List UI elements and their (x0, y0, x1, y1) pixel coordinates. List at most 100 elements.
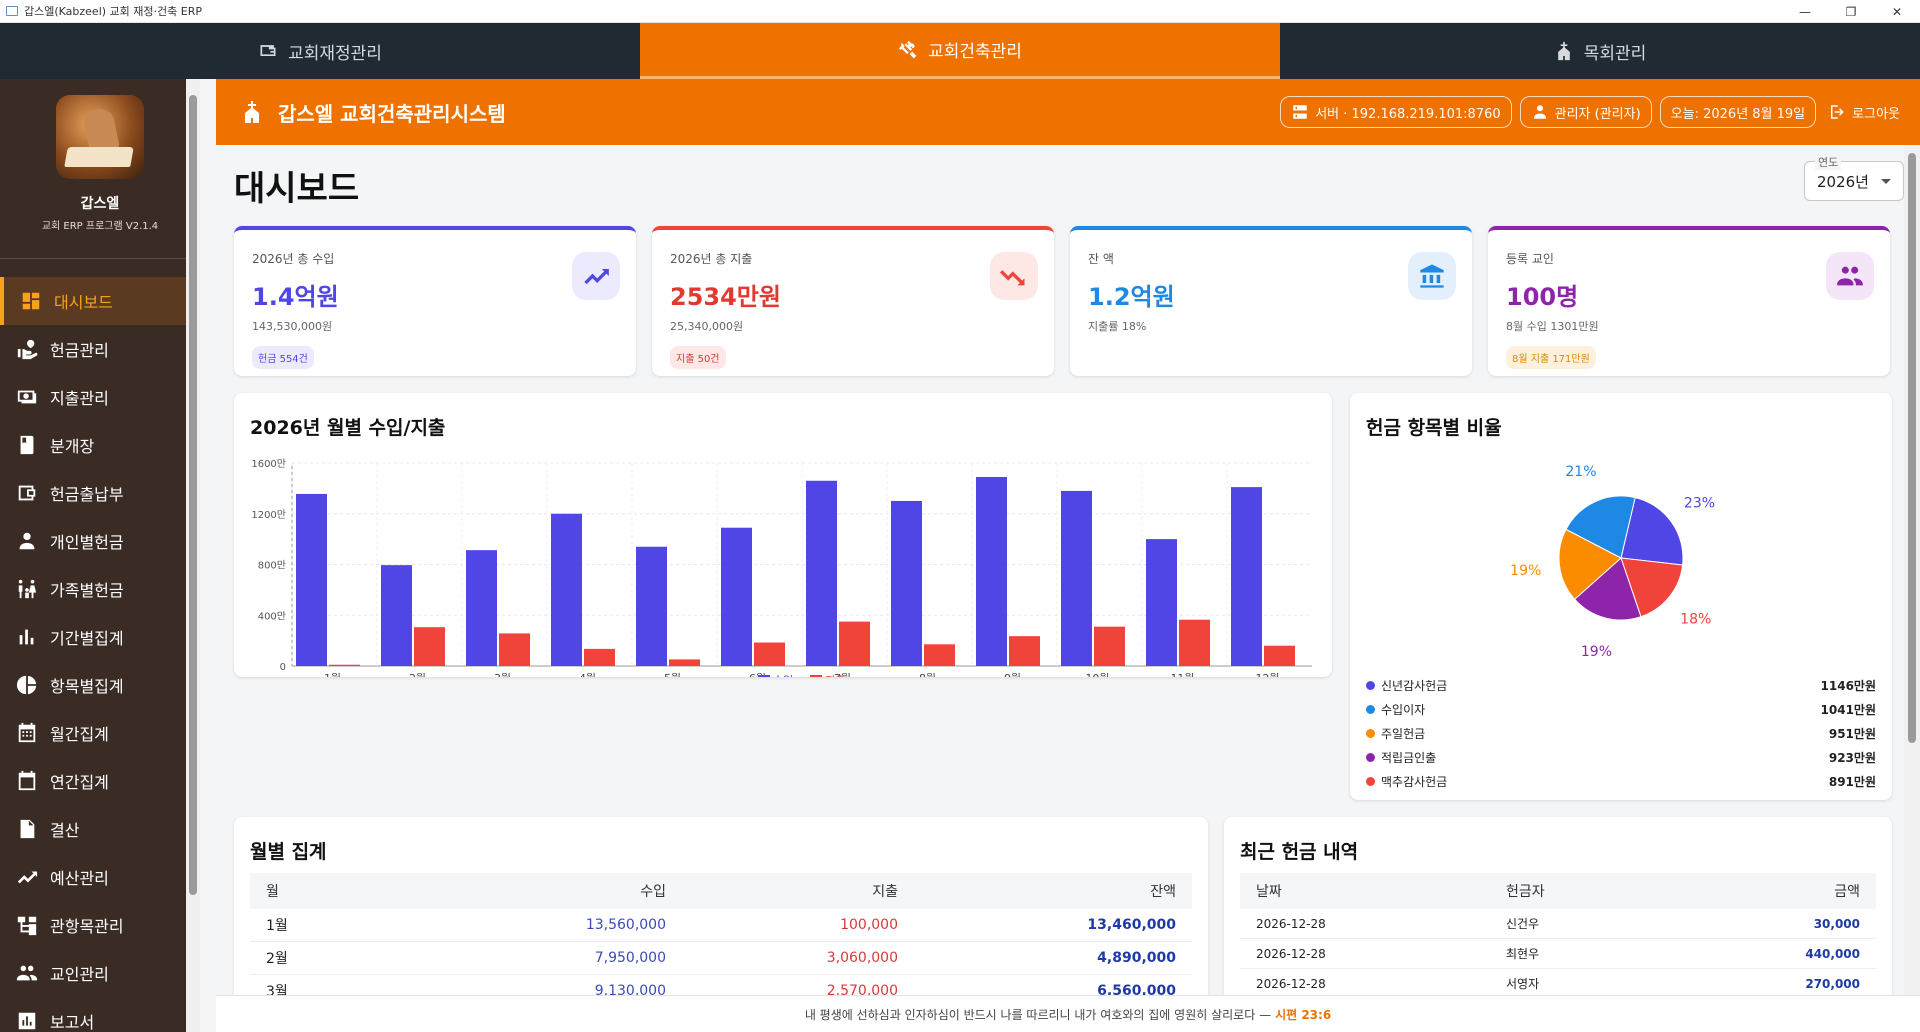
church-icon (1557, 41, 1570, 61)
bar-expense[interactable] (1009, 636, 1040, 666)
bar-income[interactable] (721, 527, 752, 666)
col-date: 날짜 (1256, 884, 1282, 900)
bar-expense[interactable] (414, 627, 445, 666)
close-button[interactable]: ✕ (1874, 0, 1920, 23)
pie-legend-item: 적립금인출 923만원 (1366, 749, 1876, 766)
bar-expense[interactable] (839, 621, 870, 666)
bar-expense[interactable] (584, 648, 615, 666)
tab-pastoral[interactable]: 목회관리 (1280, 23, 1920, 79)
sidebar-item-report[interactable]: 보고서 (0, 997, 200, 1032)
y-tick-label: 1600만 (251, 458, 286, 470)
people-icon (1826, 252, 1874, 300)
bar-income[interactable] (1061, 490, 1092, 666)
sidebar-item-members[interactable]: 교인관리 (0, 949, 200, 997)
tab-finance-label: 교회재정관리 (288, 43, 382, 64)
sidebar-item-period[interactable]: 기간별집계 (0, 613, 200, 661)
logout-button[interactable]: 로그아웃 (1828, 103, 1900, 122)
table-row[interactable]: 2026-12-28 신건우 30,000 (1240, 909, 1876, 939)
sidebar-profile: 갑스엘 교회 ERP 프로그램 V2.1.4 (0, 79, 200, 259)
cell-date: 2026-12-28 (1256, 976, 1326, 991)
bar-income[interactable] (296, 493, 327, 666)
year-select[interactable]: 연도 2026년 (1804, 154, 1904, 201)
table-row[interactable]: 2026-12-28 서영자 270,000 (1240, 969, 1876, 995)
sidebar: 갑스엘 교회 ERP 프로그램 V2.1.4 대시보드 헌금관리 지출관리 분개… (0, 79, 200, 1032)
tab-finance[interactable]: 교회재정관리 (0, 23, 640, 79)
user-chip[interactable]: 관리자 (관리자) (1519, 96, 1652, 128)
bar-income[interactable] (551, 513, 582, 666)
pie-percent-label: 18% (1680, 611, 1711, 627)
sidebar-item-expense[interactable]: 지출관리 (0, 373, 200, 421)
tree-icon (17, 916, 37, 936)
expense-icon (17, 390, 37, 404)
x-tick-label: 11월 (1170, 672, 1194, 677)
sidebar-item-personal[interactable]: 개인별헌금 (0, 517, 200, 565)
x-tick-label: 2월 (409, 672, 426, 677)
cell-month: 2월 (266, 951, 288, 967)
minimize-button[interactable]: — (1782, 0, 1828, 23)
table-row[interactable]: 2026-12-28 최현우 440,000 (1240, 939, 1876, 969)
sidebar-item-yearly[interactable]: 연간집계 (0, 757, 200, 805)
bar-expense[interactable] (1179, 619, 1210, 666)
bar-expense[interactable] (924, 644, 955, 666)
cell-amount: 270,000 (1805, 976, 1860, 991)
bar-expense[interactable] (1094, 626, 1125, 666)
tab-construction[interactable]: 교회건축관리 (640, 23, 1280, 79)
legend-dot (1366, 777, 1375, 786)
col-balance: 잔액 (1150, 884, 1176, 900)
today-date: 오늘: 2026년 8월 19일 (1670, 106, 1806, 122)
bar-expense[interactable] (754, 642, 785, 666)
pie-chart-icon (16, 675, 37, 695)
bar-income[interactable] (466, 550, 497, 666)
stat-label: 잔 액 (1088, 252, 1114, 266)
col-amount: 금액 (1834, 884, 1860, 900)
sidebar-item-budget[interactable]: 예산관리 (0, 853, 200, 901)
stat-sub: 지출률 18% (1088, 320, 1147, 333)
bar-expense[interactable] (669, 659, 700, 666)
bar-expense[interactable] (1264, 645, 1295, 666)
bar-income[interactable] (636, 546, 667, 666)
sidebar-item-ledger[interactable]: 헌금출납부 (0, 469, 200, 517)
trend-icon (17, 871, 38, 884)
stat-label: 2026년 총 지출 (670, 252, 753, 266)
sidebar-item-monthly[interactable]: 월간집계 (0, 709, 200, 757)
monthly-summary-panel: 월별 집계 월 수입 지출 잔액 1월 13,560,000 100,000 1… (234, 817, 1208, 995)
bar-expense[interactable] (329, 664, 360, 666)
report-icon (18, 1012, 36, 1030)
bar-income[interactable] (891, 500, 922, 666)
bar-income[interactable] (1146, 539, 1177, 666)
sidebar-item-family[interactable]: 가족별헌금 (0, 565, 200, 613)
year-select-label: 연도 (1815, 154, 1842, 170)
sidebar-item-journal[interactable]: 분개장 (0, 421, 200, 469)
bar-income[interactable] (381, 565, 412, 666)
maximize-button[interactable]: ❐ (1828, 0, 1874, 23)
bar-income[interactable] (806, 480, 837, 666)
bar-income[interactable] (976, 476, 1007, 666)
trending-up-icon (572, 252, 620, 300)
pie-chart: 23% 18% 19% 19% 21% (1510, 464, 1715, 660)
cell-income: 13,560,000 (585, 917, 666, 933)
sidebar-scrollbar[interactable] (186, 79, 200, 1032)
bar-income[interactable] (1231, 487, 1262, 666)
cell-date: 2026-12-28 (1256, 946, 1326, 961)
dashboard-icon (22, 292, 40, 310)
bar-expense[interactable] (499, 633, 530, 666)
x-tick-label: 1월 (324, 672, 341, 677)
cell-income: 9,130,000 (594, 983, 666, 995)
sidebar-item-offering[interactable]: 헌금관리 (0, 325, 200, 373)
user-icon (1533, 105, 1546, 119)
sidebar-item-accounts[interactable]: 관항목관리 (0, 901, 200, 949)
x-tick-label: 4월 (579, 672, 596, 677)
table-row[interactable]: 3월 9,130,000 2,570,000 6,560,000 (250, 975, 1192, 995)
table-row[interactable]: 2월 7,950,000 3,060,000 4,890,000 (250, 942, 1192, 975)
sidebar-item-category[interactable]: 항목별집계 (0, 661, 200, 709)
legend-label: 주일헌금 (1381, 727, 1426, 741)
window-titlebar: 갑스엘(Kabzeel) 교회 재정·건축 ERP — ❐ ✕ (0, 0, 1920, 23)
sidebar-item-label: 헌금출납부 (50, 485, 124, 504)
cell-balance: 4,890,000 (1097, 950, 1176, 966)
y-tick-label: 0 (280, 662, 286, 673)
sidebar-item-settlement[interactable]: 결산 (0, 805, 200, 853)
recent-table: 날짜 헌금자 금액 2026-12-28 신건우 30,000 2026-12-… (1240, 873, 1876, 995)
content-scrollbar[interactable] (1904, 145, 1920, 995)
table-row[interactable]: 1월 13,560,000 100,000 13,460,000 (250, 909, 1192, 942)
sidebar-item-dashboard[interactable]: 대시보드 (0, 277, 200, 325)
